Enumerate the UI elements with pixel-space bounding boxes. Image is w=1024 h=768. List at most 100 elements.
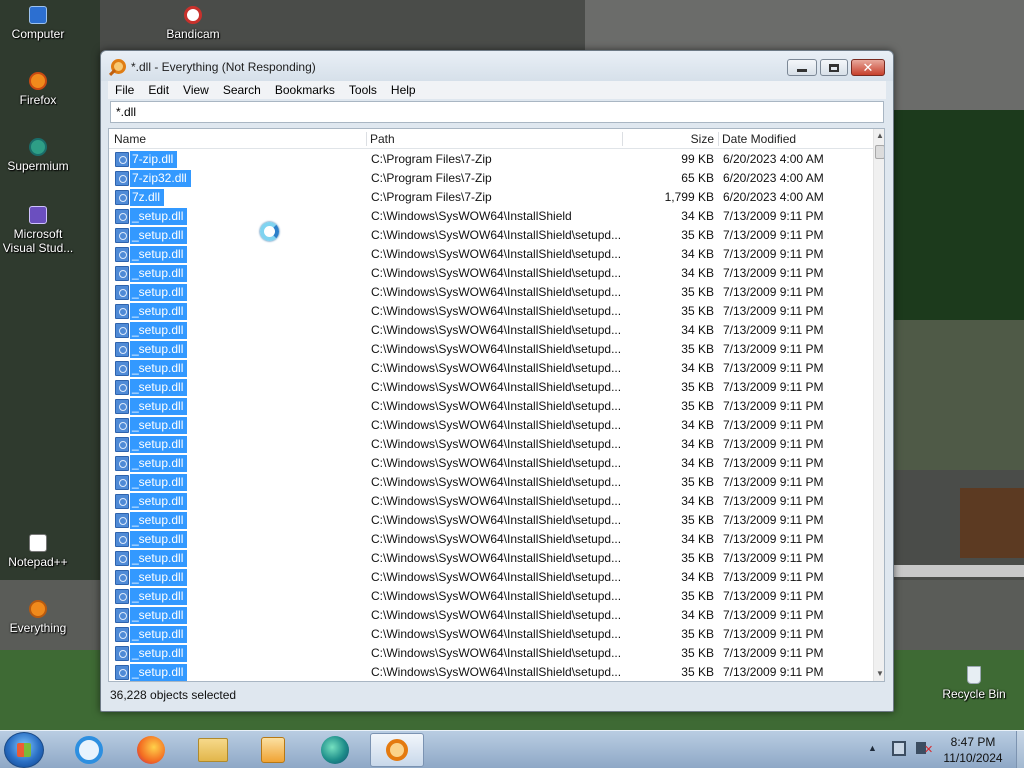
results-list[interactable]: Name Path Size Date Modified 7-zip.dll C:… [108, 128, 885, 682]
file-name: _setup.dll [130, 379, 188, 396]
table-row[interactable]: _setup.dll C:\Windows\SysWOW64\InstallShi… [109, 397, 873, 416]
file-path: C:\Windows\SysWOW64\InstallShield\setupd… [371, 608, 622, 622]
desktop-icon-computer[interactable]: Computer [0, 6, 76, 41]
table-row[interactable]: _setup.dll C:\Windows\SysWOW64\InstallShi… [109, 663, 873, 681]
everything-window[interactable]: *.dll - Everything (Not Responding) ✕ Fi… [100, 50, 894, 712]
file-size: 34 KB [681, 209, 714, 223]
desktop-icon-visual-studio[interactable]: Microsoft Visual Stud... [0, 206, 76, 255]
clock[interactable]: 8:47 PM 11/10/2024 [936, 734, 1010, 766]
file-size: 34 KB [681, 494, 714, 508]
menu-edit[interactable]: Edit [141, 81, 176, 99]
menu-file[interactable]: File [108, 81, 141, 99]
table-row[interactable]: 7z.dll C:\Program Files\7-Zip 1,799 KB 6/20… [109, 188, 873, 207]
computer-icon [29, 6, 47, 24]
table-row[interactable]: _setup.dll C:\Windows\SysWOW64\InstallShi… [109, 511, 873, 530]
show-hidden-icons-icon[interactable]: ▲ [868, 743, 877, 753]
table-row[interactable]: _setup.dll C:\Windows\SysWOW64\InstallShi… [109, 245, 873, 264]
table-row[interactable]: _setup.dll C:\Windows\SysWOW64\InstallShi… [109, 625, 873, 644]
desktop-icon-supermium[interactable]: Supermium [0, 138, 76, 173]
table-row[interactable]: _setup.dll C:\Windows\SysWOW64\InstallShi… [109, 644, 873, 663]
table-row[interactable]: _setup.dll C:\Windows\SysWOW64\InstallShi… [109, 606, 873, 625]
file-date-modified: 7/13/2009 9:11 PM [723, 475, 824, 489]
notepad-plus-plus-icon [29, 534, 47, 552]
scroll-down-icon[interactable]: ▼ [874, 667, 884, 681]
file-date-modified: 7/13/2009 9:11 PM [723, 646, 824, 660]
scrollbar-thumb[interactable] [875, 145, 884, 159]
table-row[interactable]: _setup.dll C:\Windows\SysWOW64\InstallShi… [109, 321, 873, 340]
file-date-modified: 7/13/2009 9:11 PM [723, 551, 824, 565]
desktop-icon-recycle-bin[interactable]: Recycle Bin [936, 666, 1012, 701]
file-name: _setup.dll [130, 493, 188, 510]
table-row[interactable]: _setup.dll C:\Windows\SysWOW64\InstallShi… [109, 587, 873, 606]
file-name: _setup.dll [130, 550, 188, 567]
taskbar-edge[interactable] [308, 733, 362, 767]
close-button[interactable]: ✕ [851, 59, 885, 76]
file-size: 34 KB [681, 323, 714, 337]
file-size: 34 KB [681, 456, 714, 470]
start-button[interactable] [4, 732, 44, 768]
minimize-button[interactable] [787, 59, 817, 76]
desktop-icon-firefox[interactable]: Firefox [0, 72, 76, 107]
file-path: C:\Windows\SysWOW64\InstallShield\setupd… [371, 475, 622, 489]
minimize-icon [797, 69, 807, 72]
menu-search[interactable]: Search [216, 81, 268, 99]
menu-bookmarks[interactable]: Bookmarks [268, 81, 342, 99]
column-header-date-modified[interactable]: Date Modified [718, 129, 872, 149]
volume-muted-icon[interactable] [916, 742, 933, 756]
file-date-modified: 7/13/2009 9:11 PM [723, 247, 824, 261]
table-row[interactable]: _setup.dll C:\Windows\SysWOW64\InstallShi… [109, 473, 873, 492]
taskbar-file-explorer[interactable] [186, 733, 240, 767]
table-row[interactable]: _setup.dll C:\Windows\SysWOW64\InstallShi… [109, 283, 873, 302]
taskbar-firefox[interactable] [124, 733, 178, 767]
desktop-icon-notepad-plus-plus[interactable]: Notepad++ [0, 534, 76, 569]
column-header-size[interactable]: Size [622, 129, 714, 149]
search-input[interactable] [110, 101, 884, 123]
file-size: 35 KB [681, 285, 714, 299]
table-row[interactable]: _setup.dll C:\Windows\SysWOW64\InstallShi… [109, 549, 873, 568]
file-size: 35 KB [681, 513, 714, 527]
dll-file-icon [115, 646, 129, 661]
table-row[interactable]: _setup.dll C:\Windows\SysWOW64\InstallShi… [109, 454, 873, 473]
table-row[interactable]: _setup.dll C:\Windows\SysWOW64\InstallShi… [109, 530, 873, 549]
table-row[interactable]: _setup.dll C:\Windows\SysWOW64\InstallShi… [109, 492, 873, 511]
vertical-scrollbar[interactable]: ▲ ▼ [873, 129, 884, 681]
file-path: C:\Windows\SysWOW64\InstallShield\setupd… [371, 418, 622, 432]
scroll-up-icon[interactable]: ▲ [874, 129, 884, 143]
show-desktop-button[interactable] [1016, 731, 1024, 768]
table-row[interactable]: _setup.dll C:\Windows\SysWOW64\InstallShi… [109, 340, 873, 359]
table-row[interactable]: _setup.dll C:\Windows\SysWOW64\InstallShi… [109, 416, 873, 435]
table-row[interactable]: _setup.dll C:\Windows\SysWOW64\InstallShi… [109, 359, 873, 378]
menu-tools[interactable]: Tools [342, 81, 384, 99]
table-row[interactable]: 7-zip32.dll C:\Program Files\7-Zip 65 KB 6/… [109, 169, 873, 188]
table-row[interactable]: _setup.dll C:\Windows\SysWOW64\InstallShi… [109, 435, 873, 454]
desktop-icon-everything[interactable]: Everything [0, 600, 76, 635]
menu-bar: File Edit View Search Bookmarks Tools He… [108, 81, 886, 99]
file-name: 7z.dll [130, 189, 165, 206]
table-row[interactable]: _setup.dll C:\Windows\SysWOW64\InstallShi… [109, 264, 873, 283]
taskbar-media-player[interactable] [246, 733, 300, 767]
table-row[interactable]: _setup.dll C:\Windows\SysWOW64\InstallShi… [109, 378, 873, 397]
column-header-path[interactable]: Path [366, 129, 620, 149]
menu-help[interactable]: Help [384, 81, 423, 99]
file-name: _setup.dll [130, 512, 188, 529]
menu-view[interactable]: View [176, 81, 216, 99]
table-row[interactable]: 7-zip.dll C:\Program Files\7-Zip 99 KB 6/20… [109, 150, 873, 169]
maximize-button[interactable] [820, 59, 848, 76]
file-path: C:\Windows\SysWOW64\InstallShield\setupd… [371, 646, 622, 660]
bandicam-icon [184, 6, 202, 24]
title-bar[interactable]: *.dll - Everything (Not Responding) ✕ [101, 51, 893, 81]
table-row[interactable]: _setup.dll C:\Windows\SysWOW64\InstallShi… [109, 568, 873, 587]
table-row[interactable]: _setup.dll C:\Windows\SysWOW64\InstallShi… [109, 302, 873, 321]
table-row[interactable]: _setup.dll C:\Windows\SysWOW64\InstallShi… [109, 207, 873, 226]
network-icon[interactable] [892, 741, 906, 756]
table-row[interactable]: _setup.dll C:\Windows\SysWOW64\InstallShi… [109, 226, 873, 245]
file-date-modified: 7/13/2009 9:11 PM [723, 513, 824, 527]
media-player-icon [261, 737, 285, 763]
taskbar-internet-explorer[interactable] [62, 733, 116, 767]
column-header-name[interactable]: Name [114, 129, 364, 149]
file-size: 99 KB [681, 152, 714, 166]
taskbar-everything[interactable] [370, 733, 424, 767]
file-date-modified: 7/13/2009 9:11 PM [723, 456, 824, 470]
file-path: C:\Windows\SysWOW64\InstallShield\setupd… [371, 665, 622, 679]
desktop-icon-bandicam[interactable]: Bandicam [155, 6, 231, 41]
